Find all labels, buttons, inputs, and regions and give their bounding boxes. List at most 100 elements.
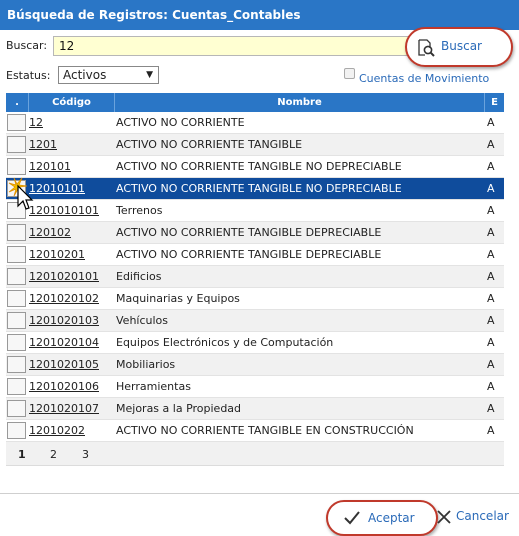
account-status: A [487, 336, 495, 349]
header-status[interactable]: E [484, 93, 504, 112]
table-row[interactable]: 1201010101 Terrenos A [6, 200, 504, 222]
account-code-link[interactable]: 12010202 [29, 424, 85, 437]
account-code-link[interactable]: 1201020103 [29, 314, 99, 327]
table-row[interactable]: 1201020105 Mobiliarios A [6, 354, 504, 376]
account-name: ACTIVO NO CORRIENTE TANGIBLE EN CONSTRUC… [116, 424, 414, 437]
search-document-icon [418, 39, 435, 57]
account-code-link[interactable]: 1201020101 [29, 270, 99, 283]
table-row[interactable]: 1201020103 Vehículos A [6, 310, 504, 332]
chevron-down-icon: ▼ [146, 70, 153, 80]
search-button[interactable]: Buscar [405, 27, 513, 67]
row-select-checkbox[interactable] [7, 356, 26, 373]
cancel-button-label: Cancelar [456, 509, 509, 523]
table-row[interactable]: 12010202 ACTIVO NO CORRIENTE TANGIBLE EN … [6, 420, 504, 442]
account-code-link[interactable]: 1201020104 [29, 336, 99, 349]
table-row[interactable]: 12 ACTIVO NO CORRIENTE A [6, 112, 504, 134]
status-label: Estatus: [6, 69, 51, 82]
accounts-grid: . Código Nombre E 12 ACTIVO NO CORRIENTE A… [6, 93, 504, 466]
header-select[interactable]: . [6, 93, 28, 112]
table-row[interactable]: 1201020101 Edificios A [6, 266, 504, 288]
table-row[interactable]: 1201020102 Maquinarias y Equipos A [6, 288, 504, 310]
account-status: A [487, 204, 495, 217]
table-row[interactable]: 12010201 ACTIVO NO CORRIENTE TANGIBLE DEP… [6, 244, 504, 266]
row-select-checkbox[interactable] [7, 114, 26, 131]
search-label: Buscar: [6, 39, 48, 52]
table-row[interactable]: 1201020104 Equipos Electrónicos y de Comp… [6, 332, 504, 354]
account-status: A [487, 424, 495, 437]
row-select-checkbox[interactable] [7, 158, 26, 175]
account-name: Edificios [116, 270, 162, 283]
account-code-link[interactable]: 12 [29, 116, 43, 129]
account-code-link[interactable]: 1201 [29, 138, 57, 151]
row-select-checkbox[interactable] [7, 400, 26, 417]
page-2[interactable]: 2 [50, 448, 57, 461]
account-code-link[interactable]: 1201020106 [29, 380, 99, 393]
account-status: A [487, 292, 495, 305]
accept-button[interactable]: Aceptar [326, 500, 438, 536]
row-select-checkbox[interactable] [7, 422, 26, 439]
row-select-checkbox[interactable] [7, 224, 26, 241]
cancel-button[interactable]: Cancelar [434, 508, 514, 528]
row-select-checkbox[interactable] [7, 290, 26, 307]
account-name: Terrenos [116, 204, 163, 217]
account-code-link[interactable]: 12010201 [29, 248, 85, 261]
account-code-link[interactable]: 1201010101 [29, 204, 99, 217]
account-name: Maquinarias y Equipos [116, 292, 240, 305]
account-name: Vehículos [116, 314, 169, 327]
row-select-checkbox[interactable] [7, 312, 26, 329]
account-name: ACTIVO NO CORRIENTE TANGIBLE DEPRECIABLE [116, 248, 382, 261]
account-name: Herramientas [116, 380, 191, 393]
account-code-link[interactable]: 120101 [29, 160, 71, 173]
page-1[interactable]: 1 [18, 448, 26, 461]
table-row[interactable]: 1201020107 Mejoras a la Propiedad A [6, 398, 504, 420]
row-select-checkbox[interactable] [7, 246, 26, 263]
account-status: A [487, 270, 495, 283]
account-code-link[interactable]: 1201020102 [29, 292, 99, 305]
grid-header: . Código Nombre E [6, 93, 504, 112]
status-value: Activos [63, 68, 107, 82]
account-status: A [487, 116, 495, 129]
account-code-link[interactable]: 120102 [29, 226, 71, 239]
table-row[interactable]: 120101 ACTIVO NO CORRIENTE TANGIBLE NO DE… [6, 156, 504, 178]
table-row[interactable]: 1201 ACTIVO NO CORRIENTE TANGIBLE A [6, 134, 504, 156]
account-status: A [487, 358, 495, 371]
table-row[interactable]: 120102 ACTIVO NO CORRIENTE TANGIBLE DEPRE… [6, 222, 504, 244]
movement-accounts-label[interactable]: Cuentas de Movimiento [359, 72, 489, 85]
account-name: ACTIVO NO CORRIENTE TANGIBLE DEPRECIABLE [116, 226, 382, 239]
row-select-checkbox[interactable] [7, 378, 26, 395]
account-status: A [487, 226, 495, 239]
account-status: A [487, 138, 495, 151]
row-select-checkbox[interactable] [7, 136, 26, 153]
account-status: A [487, 402, 495, 415]
account-name: ACTIVO NO CORRIENTE TANGIBLE NO DEPRECIA… [116, 182, 402, 195]
account-name: Equipos Electrónicos y de Computación [116, 336, 334, 349]
table-row[interactable]: 1201020106 Herramientas A [6, 376, 504, 398]
account-status: A [487, 380, 495, 393]
search-input[interactable] [53, 36, 409, 56]
checkmark-icon [344, 511, 360, 525]
grid-body: 12 ACTIVO NO CORRIENTE A 1201 ACTIVO NO CORR… [6, 112, 504, 442]
account-code-link[interactable]: 1201020107 [29, 402, 99, 415]
header-code[interactable]: Código [28, 93, 114, 112]
status-select[interactable]: Activos ▼ [58, 66, 159, 84]
account-name: ACTIVO NO CORRIENTE TANGIBLE NO DEPRECIA… [116, 160, 402, 173]
account-status: A [487, 160, 495, 173]
row-select-checkbox[interactable] [7, 268, 26, 285]
accept-button-label: Aceptar [368, 511, 415, 525]
account-status: A [487, 182, 495, 195]
page-3[interactable]: 3 [82, 448, 89, 461]
dialog-title: Búsqueda de Registros: Cuentas_Contables [0, 0, 519, 30]
table-row[interactable]: 12010101 ACTIVO NO CORRIENTE TANGIBLE NO … [6, 178, 504, 200]
account-code-link[interactable]: 12010101 [29, 182, 85, 195]
row-select-checkbox[interactable] [7, 334, 26, 351]
account-name: ACTIVO NO CORRIENTE TANGIBLE [116, 138, 303, 151]
close-icon [437, 510, 451, 524]
account-name: ACTIVO NO CORRIENTE [116, 116, 245, 129]
account-status: A [487, 248, 495, 261]
movement-accounts-checkbox[interactable] [344, 68, 355, 79]
pager: 1 2 3 [6, 442, 504, 466]
footer-divider [0, 493, 519, 494]
account-code-link[interactable]: 1201020105 [29, 358, 99, 371]
header-name[interactable]: Nombre [114, 93, 484, 112]
pointer-cursor-icon [8, 177, 34, 210]
